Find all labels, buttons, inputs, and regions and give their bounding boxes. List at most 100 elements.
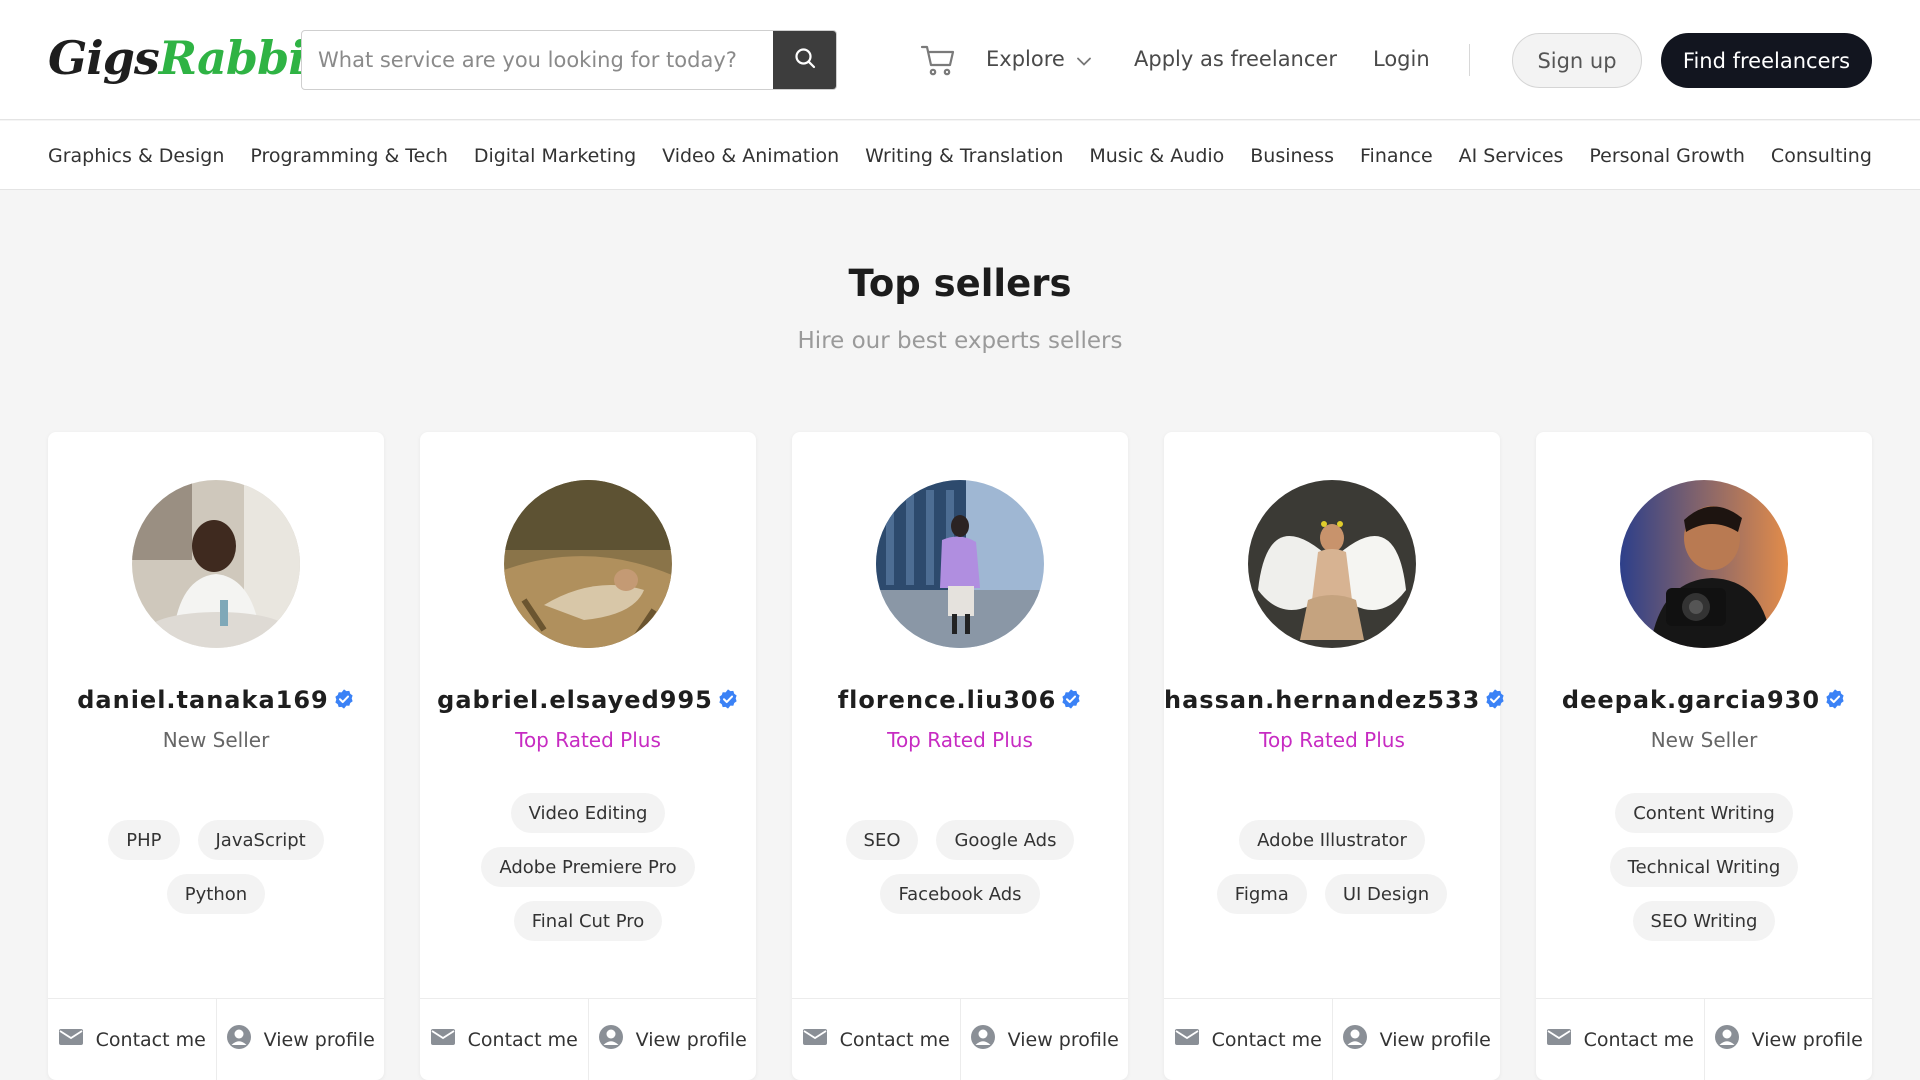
view-profile-label: View profile bbox=[263, 1028, 375, 1051]
seller-card[interactable]: deepak.garcia930 New Seller Content Writ… bbox=[1536, 432, 1872, 1080]
category-consulting[interactable]: Consulting bbox=[1771, 145, 1872, 167]
search-input[interactable] bbox=[302, 31, 774, 89]
skill-row: Content Writing bbox=[1615, 793, 1793, 833]
gigsrabbit-logo[interactable]: GigsRabbit bbox=[48, 30, 326, 86]
seller-username-row[interactable]: deepak.garcia930 bbox=[1536, 686, 1872, 716]
skill-chip[interactable]: UI Design bbox=[1324, 874, 1448, 914]
skill-chip[interactable]: Facebook Ads bbox=[880, 874, 1040, 914]
seller-card-actions: Contact me View profile bbox=[1164, 998, 1500, 1080]
category-music-audio[interactable]: Music & Audio bbox=[1089, 145, 1224, 167]
user-circle-icon bbox=[970, 1024, 996, 1055]
sign-up-button[interactable]: Sign up bbox=[1512, 33, 1642, 88]
category-programming-tech[interactable]: Programming & Tech bbox=[250, 145, 448, 167]
seller-username-row[interactable]: florence.liu306 bbox=[792, 686, 1128, 716]
seller-skills: Video Editing Adobe Premiere Pro Final Cut… bbox=[436, 787, 740, 947]
category-video-animation[interactable]: Video & Animation bbox=[662, 145, 839, 167]
seller-card[interactable]: hassan.hernandez533 Top Rated Plus Adobe… bbox=[1164, 432, 1504, 1080]
find-freelancers-button[interactable]: Find freelancers bbox=[1661, 33, 1872, 88]
seller-card[interactable]: daniel.tanaka169 New Seller PHP JavaScrip… bbox=[48, 432, 384, 1080]
seller-avatar[interactable] bbox=[876, 480, 1044, 648]
category-ai-services[interactable]: AI Services bbox=[1459, 145, 1564, 167]
explore-label: Explore bbox=[986, 47, 1065, 71]
view-profile-label: View profile bbox=[635, 1028, 747, 1051]
contact-me-button[interactable]: Contact me bbox=[48, 999, 217, 1080]
seller-level: Top Rated Plus bbox=[887, 728, 1033, 752]
skill-chip[interactable]: Video Editing bbox=[510, 793, 666, 833]
view-profile-button[interactable]: View profile bbox=[1333, 999, 1501, 1080]
contact-me-label: Contact me bbox=[467, 1028, 578, 1051]
skill-chip[interactable]: PHP bbox=[108, 820, 180, 860]
view-profile-button[interactable]: View profile bbox=[589, 999, 757, 1080]
contact-me-button[interactable]: Contact me bbox=[420, 999, 589, 1080]
seller-avatar[interactable] bbox=[1620, 480, 1788, 648]
category-finance[interactable]: Finance bbox=[1360, 145, 1433, 167]
category-writing-translation[interactable]: Writing & Translation bbox=[865, 145, 1063, 167]
seller-avatar[interactable] bbox=[132, 480, 300, 648]
verified-badge-icon bbox=[1824, 688, 1846, 716]
skill-chip[interactable]: Technical Writing bbox=[1609, 847, 1799, 887]
view-profile-button[interactable]: View profile bbox=[1705, 999, 1873, 1080]
category-business[interactable]: Business bbox=[1250, 145, 1334, 167]
category-personal-growth[interactable]: Personal Growth bbox=[1589, 145, 1745, 167]
envelope-icon bbox=[1174, 1027, 1200, 1052]
skill-chip[interactable]: Figma bbox=[1216, 874, 1307, 914]
cart-button[interactable] bbox=[920, 42, 956, 78]
skill-chip[interactable]: Final Cut Pro bbox=[513, 901, 663, 941]
category-digital-marketing[interactable]: Digital Marketing bbox=[474, 145, 636, 167]
skill-chip[interactable]: Python bbox=[166, 874, 266, 914]
seller-card-actions: Contact me View profile bbox=[792, 998, 1128, 1080]
seller-username-row[interactable]: gabriel.elsayed995 bbox=[420, 686, 756, 716]
seller-level: Top Rated Plus bbox=[1259, 728, 1405, 752]
seller-avatar[interactable] bbox=[1248, 480, 1416, 648]
login-link[interactable]: Login bbox=[1373, 44, 1430, 74]
skill-chip[interactable]: SEO bbox=[845, 820, 919, 860]
contact-me-button[interactable]: Contact me bbox=[1536, 999, 1705, 1080]
envelope-icon bbox=[430, 1027, 456, 1052]
skill-row: PHP JavaScript bbox=[108, 820, 324, 860]
seller-username: florence.liu306 bbox=[837, 686, 1057, 714]
search-bar bbox=[301, 30, 837, 90]
seller-card-actions: Contact me View profile bbox=[1536, 998, 1872, 1080]
envelope-icon bbox=[802, 1027, 828, 1052]
skill-row: Video Editing bbox=[510, 793, 666, 833]
skill-chip[interactable]: Google Ads bbox=[936, 820, 1075, 860]
skill-chip[interactable]: JavaScript bbox=[197, 820, 324, 860]
apply-as-freelancer-link[interactable]: Apply as freelancer bbox=[1134, 44, 1337, 74]
contact-me-button[interactable]: Contact me bbox=[1164, 999, 1333, 1080]
chevron-down-icon bbox=[1076, 44, 1091, 74]
contact-me-button[interactable]: Contact me bbox=[792, 999, 961, 1080]
seller-card-actions: Contact me View profile bbox=[420, 998, 756, 1080]
skill-row: Facebook Ads bbox=[880, 874, 1040, 914]
header-divider bbox=[1469, 44, 1470, 76]
view-profile-label: View profile bbox=[1007, 1028, 1119, 1051]
section-title: Top sellers bbox=[848, 262, 1072, 305]
top-sellers-grid: daniel.tanaka169 New Seller PHP JavaScrip… bbox=[48, 432, 1872, 1080]
logo-text-gigs: Gigs bbox=[48, 31, 160, 85]
category-graphics-design[interactable]: Graphics & Design bbox=[48, 145, 224, 167]
seller-level: New Seller bbox=[162, 728, 270, 752]
seller-username-row[interactable]: hassan.hernandez533 bbox=[1164, 686, 1504, 716]
skill-chip[interactable]: Content Writing bbox=[1615, 793, 1793, 833]
view-profile-button[interactable]: View profile bbox=[961, 999, 1129, 1080]
seller-card[interactable]: florence.liu306 Top Rated Plus SEO Google… bbox=[792, 432, 1128, 1080]
skill-chip[interactable]: SEO Writing bbox=[1632, 901, 1776, 941]
seller-username: deepak.garcia930 bbox=[1561, 686, 1821, 714]
seller-level: Top Rated Plus bbox=[515, 728, 661, 752]
view-profile-button[interactable]: View profile bbox=[217, 999, 385, 1080]
top-header: GigsRabbit Explore Apply as freelancer L… bbox=[0, 0, 1920, 120]
seller-username: gabriel.elsayed995 bbox=[437, 686, 713, 714]
seller-card[interactable]: gabriel.elsayed995 Top Rated Plus Video … bbox=[420, 432, 756, 1080]
skill-chip[interactable]: Adobe Premiere Pro bbox=[481, 847, 695, 887]
skill-row: SEO Writing bbox=[1632, 901, 1776, 941]
view-profile-label: View profile bbox=[1379, 1028, 1491, 1051]
skill-chip[interactable]: Adobe Illustrator bbox=[1239, 820, 1425, 860]
skill-row: Adobe Premiere Pro bbox=[481, 847, 695, 887]
explore-menu[interactable]: Explore bbox=[986, 44, 1091, 74]
envelope-icon bbox=[1546, 1027, 1572, 1052]
seller-avatar[interactable] bbox=[504, 480, 672, 648]
seller-username-row[interactable]: daniel.tanaka169 bbox=[48, 686, 384, 716]
contact-me-label: Contact me bbox=[95, 1028, 206, 1051]
seller-card-actions: Contact me View profile bbox=[48, 998, 384, 1080]
search-button[interactable] bbox=[773, 31, 836, 89]
skill-row: Python bbox=[166, 874, 266, 914]
